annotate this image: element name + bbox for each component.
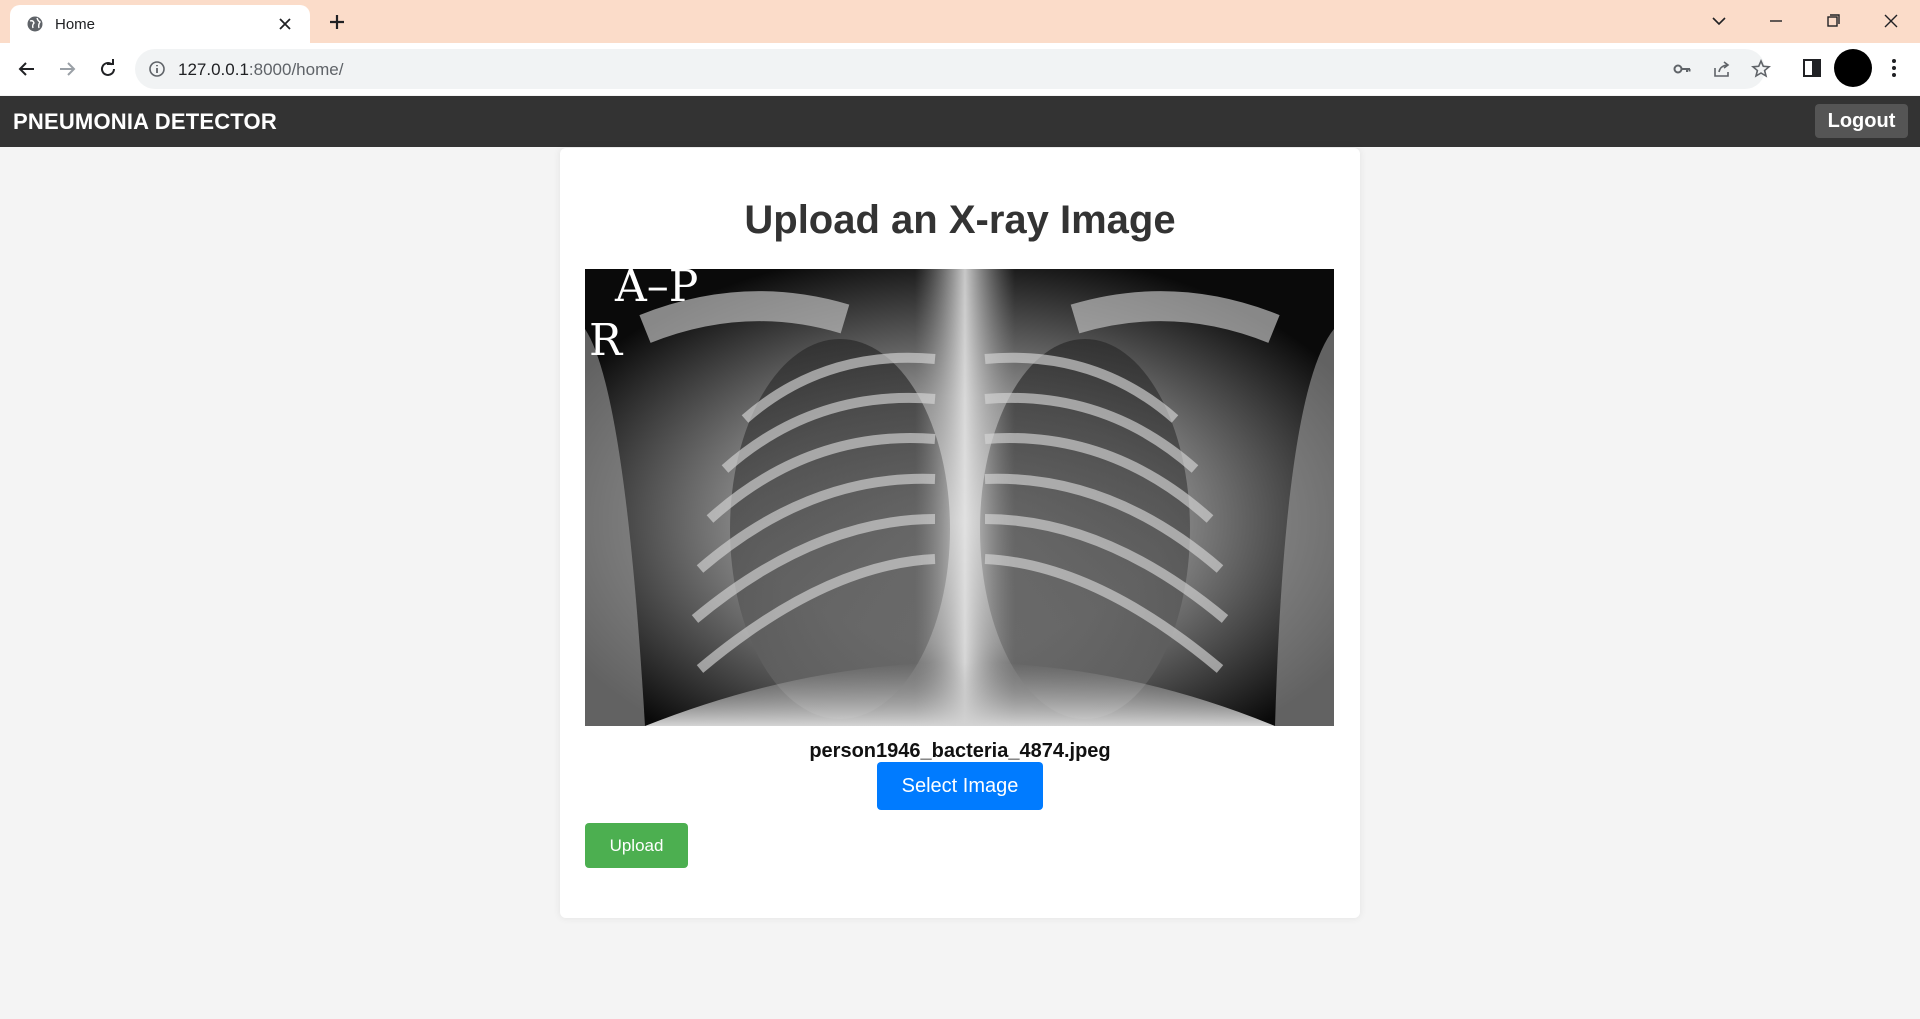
address-bar[interactable]: 127.0.0.1:8000/home/ xyxy=(135,49,1771,89)
plus-icon[interactable] xyxy=(325,10,349,34)
profile-avatar[interactable] xyxy=(1834,49,1872,87)
info-icon[interactable] xyxy=(148,60,166,78)
brand-title: PNEUMONIA DETECTOR xyxy=(13,109,277,134)
upload-button[interactable]: Upload xyxy=(585,823,688,868)
app-navbar: PNEUMONIA DETECTOR Logout xyxy=(0,96,1920,147)
selected-filename: person1946_bacteria_4874.jpeg xyxy=(809,740,1111,762)
tab-title: Home xyxy=(55,16,96,33)
minimize-icon[interactable] xyxy=(1763,8,1789,34)
globe-icon xyxy=(27,16,43,32)
url-host: 127.0.0.1 xyxy=(178,60,249,79)
page-title: Upload an X-ray Image xyxy=(744,198,1176,242)
xray-marker-ap: A–P xyxy=(614,269,698,312)
upload-card: Upload an X-ray Image A–P R person1946_b… xyxy=(560,148,1360,918)
url-text[interactable]: 127.0.0.1:8000/home/ xyxy=(178,60,343,80)
share-icon[interactable] xyxy=(1711,58,1733,80)
browser-toolbar: 127.0.0.1:8000/home/ xyxy=(0,43,1920,95)
reload-icon[interactable] xyxy=(95,56,121,82)
forward-icon[interactable] xyxy=(54,56,80,82)
key-icon[interactable] xyxy=(1671,58,1693,80)
kebab-menu-icon[interactable] xyxy=(1882,56,1906,80)
restore-icon[interactable] xyxy=(1820,8,1846,34)
xray-marker-r: R xyxy=(589,315,624,366)
logout-button[interactable]: Logout xyxy=(1815,104,1908,138)
star-icon[interactable] xyxy=(1750,58,1772,80)
url-path: :8000/home/ xyxy=(248,60,344,79)
back-icon[interactable] xyxy=(14,56,40,82)
select-image-button[interactable]: Select Image xyxy=(877,762,1043,810)
browser-tab-home[interactable]: Home xyxy=(10,5,310,43)
close-icon[interactable] xyxy=(276,15,294,33)
side-panel-icon[interactable] xyxy=(1800,56,1824,80)
browser-tabstrip: Home xyxy=(0,0,1920,43)
chevron-down-icon[interactable] xyxy=(1706,8,1732,34)
xray-preview-image: A–P R xyxy=(585,269,1334,726)
close-window-icon[interactable] xyxy=(1878,8,1904,34)
